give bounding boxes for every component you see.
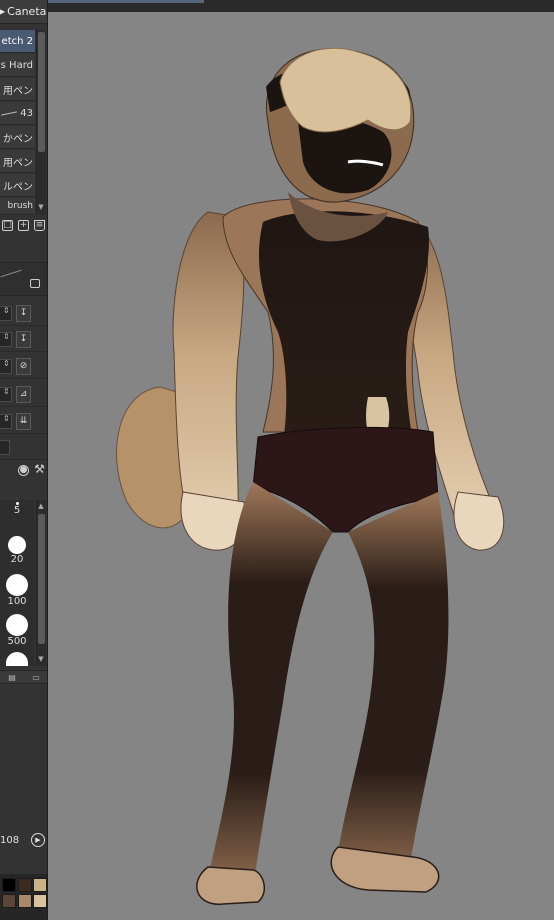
spinner-arrows-icon[interactable]: ⇕ — [3, 332, 10, 341]
scroll-down-icon[interactable]: ▼ — [36, 655, 46, 664]
subtool-item[interactable]: ルペン — [0, 174, 35, 197]
brush-size-dot — [8, 536, 26, 554]
color-palette — [0, 874, 47, 920]
subtool-label: 43 — [20, 107, 33, 119]
subtool-item[interactable]: 用ペン — [0, 150, 35, 173]
subtool-actions: □ + ≡ — [0, 216, 47, 234]
compass-icon[interactable]: ● — [18, 464, 29, 476]
active-document-tab[interactable] — [48, 0, 204, 3]
brush-size-item[interactable]: 100 — [0, 574, 34, 607]
brush-size-dot — [6, 652, 28, 666]
zoom-row: 108 ▶ — [0, 830, 47, 850]
color-swatch[interactable] — [18, 894, 32, 908]
download-icon[interactable]: ↧ — [16, 331, 31, 348]
brush-size-item[interactable]: 20 — [0, 536, 34, 565]
scroll-thumb[interactable] — [38, 514, 45, 644]
subtool-item[interactable]: かペン — [0, 126, 35, 149]
property-row: ⇕ ⊿ — [0, 383, 47, 407]
subtool-item[interactable]: 用ペン — [0, 78, 35, 101]
stroke-preview-icon — [1, 110, 18, 116]
property-row: ⇕ ↧ — [0, 328, 47, 352]
brush-size-dot — [6, 574, 28, 596]
color-swatch[interactable] — [2, 878, 16, 892]
brush-size-label: 20 — [10, 554, 24, 565]
subtool-label: かペン — [3, 133, 33, 145]
tool-tab-label: Caneta — [7, 5, 47, 18]
right-leg — [338, 492, 449, 877]
subtool-scrollbar[interactable] — [36, 30, 46, 215]
color-swatch[interactable] — [33, 878, 47, 892]
left-foot — [196, 866, 266, 905]
window-icon[interactable]: ▭ — [32, 673, 40, 682]
zoom-value: 108 — [0, 834, 20, 846]
property-row: ⇕ ⇊ — [0, 410, 47, 434]
brush-size-list: 5 20 100 500 — [0, 500, 34, 666]
brush-size-item[interactable]: 500 — [0, 614, 34, 647]
property-row: ⇕ ↧ — [0, 302, 47, 326]
brush-size-item[interactable]: 5 — [0, 502, 34, 516]
brush-size-label: 100 — [7, 596, 27, 607]
navigator-play-icon[interactable]: ▶ — [31, 833, 45, 847]
subtool-item[interactable]: brush — [0, 198, 35, 215]
scroll-thumb[interactable] — [38, 32, 45, 152]
spinner-arrows-icon[interactable]: ⇕ — [3, 306, 10, 315]
tool-property-actions: ● ⚒ — [0, 461, 47, 479]
brush-size-scrollbar[interactable] — [36, 500, 46, 666]
property-row — [0, 436, 47, 460]
expand-down-icon[interactable]: ⇊ — [16, 413, 31, 430]
hair — [279, 47, 412, 133]
color-swatch[interactable] — [18, 878, 32, 892]
download-icon[interactable]: ↧ — [16, 305, 31, 322]
spinner-arrows-icon[interactable]: ⇕ — [3, 359, 10, 368]
spinner-arrows-icon[interactable]: ⇕ — [3, 387, 10, 396]
subtool-item[interactable]: 43 — [0, 102, 35, 125]
property-row: ⇕ ⊘ — [0, 355, 47, 379]
scroll-up-icon[interactable]: ▲ — [36, 502, 46, 511]
brush-size-item[interactable] — [0, 652, 34, 666]
color-swatch[interactable] — [33, 894, 47, 908]
stroke-sample — [0, 269, 22, 278]
navigator-tab-bar: ▤ ▭ — [0, 670, 47, 684]
subtool-label: 用ペン — [3, 85, 33, 97]
character-illustration — [116, 47, 505, 905]
pressure-icon[interactable]: ⊿ — [16, 386, 31, 403]
subtool-item[interactable]: etch 2 — [0, 30, 35, 53]
subtool-label: brush — [7, 201, 33, 211]
lock-icon[interactable] — [30, 279, 40, 288]
expand-triangle-icon[interactable]: ▶ — [0, 7, 5, 16]
subtool-item[interactable]: s Hard — [0, 54, 35, 77]
subtool-label: ルペン — [3, 181, 33, 193]
spinner-arrows-icon[interactable]: ⇕ — [3, 414, 10, 423]
new-subtool-icon[interactable]: □ — [2, 219, 13, 231]
scroll-down-icon[interactable]: ▼ — [36, 203, 46, 212]
left-arm — [172, 211, 245, 533]
color-swatch[interactable] — [2, 894, 16, 908]
brush-size-label: 5 — [13, 505, 21, 516]
subtool-label: etch 2 — [1, 35, 33, 47]
layer-icon[interactable]: ▤ — [8, 673, 16, 682]
wrench-icon[interactable]: ⚒ — [34, 463, 45, 476]
tool-panel: ▶ Caneta etch 2 s Hard 用ペン 43 かペン 用ペン ルペ… — [0, 0, 48, 920]
subtool-label: 用ペン — [3, 157, 33, 169]
brush-size-label: 500 — [7, 636, 27, 647]
trash-icon[interactable]: ≡ — [34, 219, 45, 231]
drawing-canvas[interactable] — [48, 12, 554, 920]
top-bar — [0, 0, 554, 12]
brush-size-dot — [6, 614, 28, 636]
right-hand — [453, 491, 505, 551]
property-field[interactable] — [0, 440, 10, 455]
subtool-list: etch 2 s Hard 用ペン 43 かペン 用ペン ルペン brush — [0, 30, 35, 215]
subtool-label: s Hard — [0, 59, 33, 71]
brush-stroke-preview — [0, 262, 47, 296]
duplicate-icon[interactable]: + — [18, 219, 29, 231]
right-foot — [330, 846, 440, 893]
tool-tab[interactable]: ▶ Caneta — [0, 0, 47, 24]
none-icon[interactable]: ⊘ — [16, 358, 31, 375]
